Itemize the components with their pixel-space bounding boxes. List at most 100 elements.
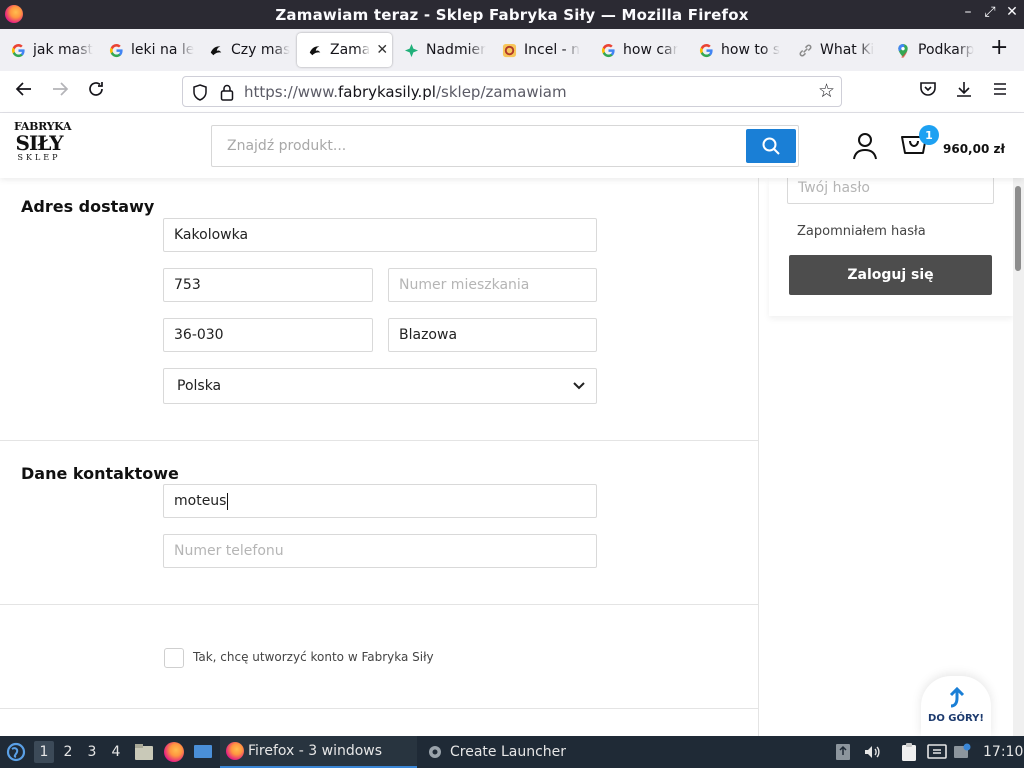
tab-label: how car [623, 42, 679, 58]
network-icon[interactable] [927, 736, 947, 768]
downloads-button[interactable] [952, 80, 976, 103]
tab-leki-na-le[interactable]: leki na le [98, 33, 198, 67]
link-icon [797, 42, 813, 58]
maps-icon [895, 42, 911, 58]
folder-icon [135, 744, 153, 760]
workspace-1[interactable]: 1 [34, 741, 54, 763]
tab-incel[interactable]: Incel - n [491, 33, 589, 67]
firefox-task[interactable]: Firefox - 3 windows [220, 736, 417, 768]
forgot-password-link[interactable]: Zapomniałem hasła [797, 224, 926, 239]
firefox-icon [164, 742, 184, 762]
leaf-icon [403, 42, 419, 58]
tab-nadmier[interactable]: Nadmier [393, 33, 491, 67]
pocket-button[interactable] [916, 80, 940, 103]
show-desktop-button[interactable] [193, 736, 213, 768]
navigation-bar: https://www.fabrykasily.pl/sklep/zamawia… [0, 71, 1024, 113]
apartment-number-field[interactable]: Numer mieszkania [388, 268, 597, 302]
clipboard-icon[interactable] [900, 736, 918, 768]
back-arrow-icon [15, 82, 31, 96]
scrollbar-thumb[interactable] [1015, 186, 1021, 271]
reload-button[interactable] [84, 80, 108, 103]
url-text[interactable]: https://www.fabrykasily.pl/sklep/zamawia… [244, 83, 567, 101]
hamburger-menu-icon [994, 83, 1006, 95]
bookmark-star-icon[interactable]: ☆ [818, 80, 835, 102]
tab-label: Czy mas [231, 42, 291, 58]
cart-count-badge: 1 [919, 125, 939, 145]
street-field[interactable]: Kakolowka [163, 218, 597, 252]
section-divider [0, 604, 758, 605]
back-to-top-label: DO GÓRY! [928, 713, 984, 724]
minimize-button[interactable]: – [959, 4, 977, 20]
notification-icon[interactable] [953, 736, 971, 768]
tab-label: Podkarp [918, 42, 975, 58]
password-field[interactable]: Twój hasło [787, 178, 994, 204]
back-to-top-button[interactable]: DO GÓRY! [921, 676, 991, 736]
tab-label: What Ki [820, 42, 875, 58]
tracking-shield-icon[interactable] [192, 84, 208, 105]
phone-field[interactable]: Numer telefonu [163, 534, 597, 568]
email-field[interactable]: moteus [163, 484, 597, 518]
product-search [211, 125, 799, 167]
tab-what-ki[interactable]: What Ki [787, 33, 885, 67]
window-title: Zamawiam teraz - Sklep Fabryka Siły — Mo… [275, 6, 749, 24]
create-account-label[interactable]: Tak, chcę utworzyć konto w Fabryka Siły [193, 650, 434, 664]
create-launcher-label: Create Launcher [450, 744, 567, 760]
app-menu-icon [6, 742, 26, 762]
house-number-field[interactable]: 753 [163, 268, 373, 302]
tab-podkarp[interactable]: Podkarp [885, 33, 980, 67]
delivery-section-title: Adres dostawy [21, 197, 155, 216]
volume-icon[interactable] [863, 736, 881, 768]
menu-button[interactable] [988, 80, 1012, 103]
tab-how-car[interactable]: how car [590, 33, 688, 67]
forward-button[interactable] [48, 80, 72, 103]
tab-how-to-s[interactable]: how to s [688, 33, 786, 67]
tray-upload-icon[interactable] [835, 736, 851, 768]
tab-label: Nadmier [426, 42, 486, 58]
window-titlebar: Zamawiam teraz - Sklep Fabryka Siły — Mo… [0, 0, 1024, 29]
tab-label: Incel - n [524, 42, 581, 58]
logo-line-3: SKLEP [17, 153, 61, 162]
new-tab-button[interactable]: + [990, 35, 1008, 60]
checkout-form: Adres dostawy Kakolowka 753 Numer mieszk… [0, 178, 759, 736]
url-path: /sklep/zamawiam [435, 83, 567, 101]
text-cursor [227, 492, 229, 510]
create-launcher-task[interactable]: Create Launcher [426, 736, 566, 768]
maximize-button[interactable]: ⤢ [981, 4, 999, 20]
workspace-2[interactable]: 2 [58, 741, 78, 763]
file-manager-launcher[interactable] [134, 736, 154, 768]
gear-icon [429, 746, 441, 758]
back-button[interactable] [12, 80, 36, 103]
site-header: FABRYKA SIŁY SKLEP 1 960,00 zł [0, 113, 1024, 178]
fabryka-sily-logo[interactable]: FABRYKA SIŁY SKLEP [14, 121, 72, 171]
product-search-input[interactable] [212, 126, 742, 166]
fabryka-icon [208, 42, 224, 58]
close-tab-icon[interactable]: ✕ [376, 42, 388, 58]
start-menu-button[interactable] [6, 736, 26, 768]
search-button[interactable] [746, 129, 796, 163]
login-button[interactable]: Zaloguj się [789, 255, 992, 295]
tab-czy-mas[interactable]: Czy mas [198, 33, 296, 67]
postal-code-field[interactable]: 36-030 [163, 318, 373, 352]
close-window-button[interactable]: ✕ [1003, 4, 1021, 20]
city-field[interactable]: Blazowa [388, 318, 597, 352]
cart-total[interactable]: 960,00 zł [943, 142, 1005, 156]
workspace-3[interactable]: 3 [82, 741, 102, 763]
lock-icon[interactable] [220, 84, 234, 105]
firefox-launcher[interactable] [164, 736, 184, 768]
tab-zamawiam[interactable]: Zama ✕ [297, 33, 392, 67]
create-account-checkbox[interactable] [164, 648, 184, 668]
fabryka-icon [307, 42, 323, 58]
workspace-4[interactable]: 4 [106, 741, 126, 763]
country-value: Polska [177, 378, 222, 394]
url-bar[interactable]: https://www.fabrykasily.pl/sklep/zamawia… [182, 76, 842, 107]
clock[interactable]: 17:10 [983, 744, 1023, 760]
forward-arrow-icon [53, 82, 69, 96]
url-prefix: https://www. [244, 83, 338, 101]
page-scrollbar[interactable] [1013, 178, 1024, 736]
tab-label: leki na le [131, 42, 195, 58]
tab-jak-mast[interactable]: jak mast [0, 33, 98, 67]
email-value: moteus [174, 493, 227, 509]
country-select[interactable]: Polska [163, 368, 597, 404]
user-account-icon[interactable] [852, 132, 878, 164]
wiki-icon [501, 42, 517, 58]
